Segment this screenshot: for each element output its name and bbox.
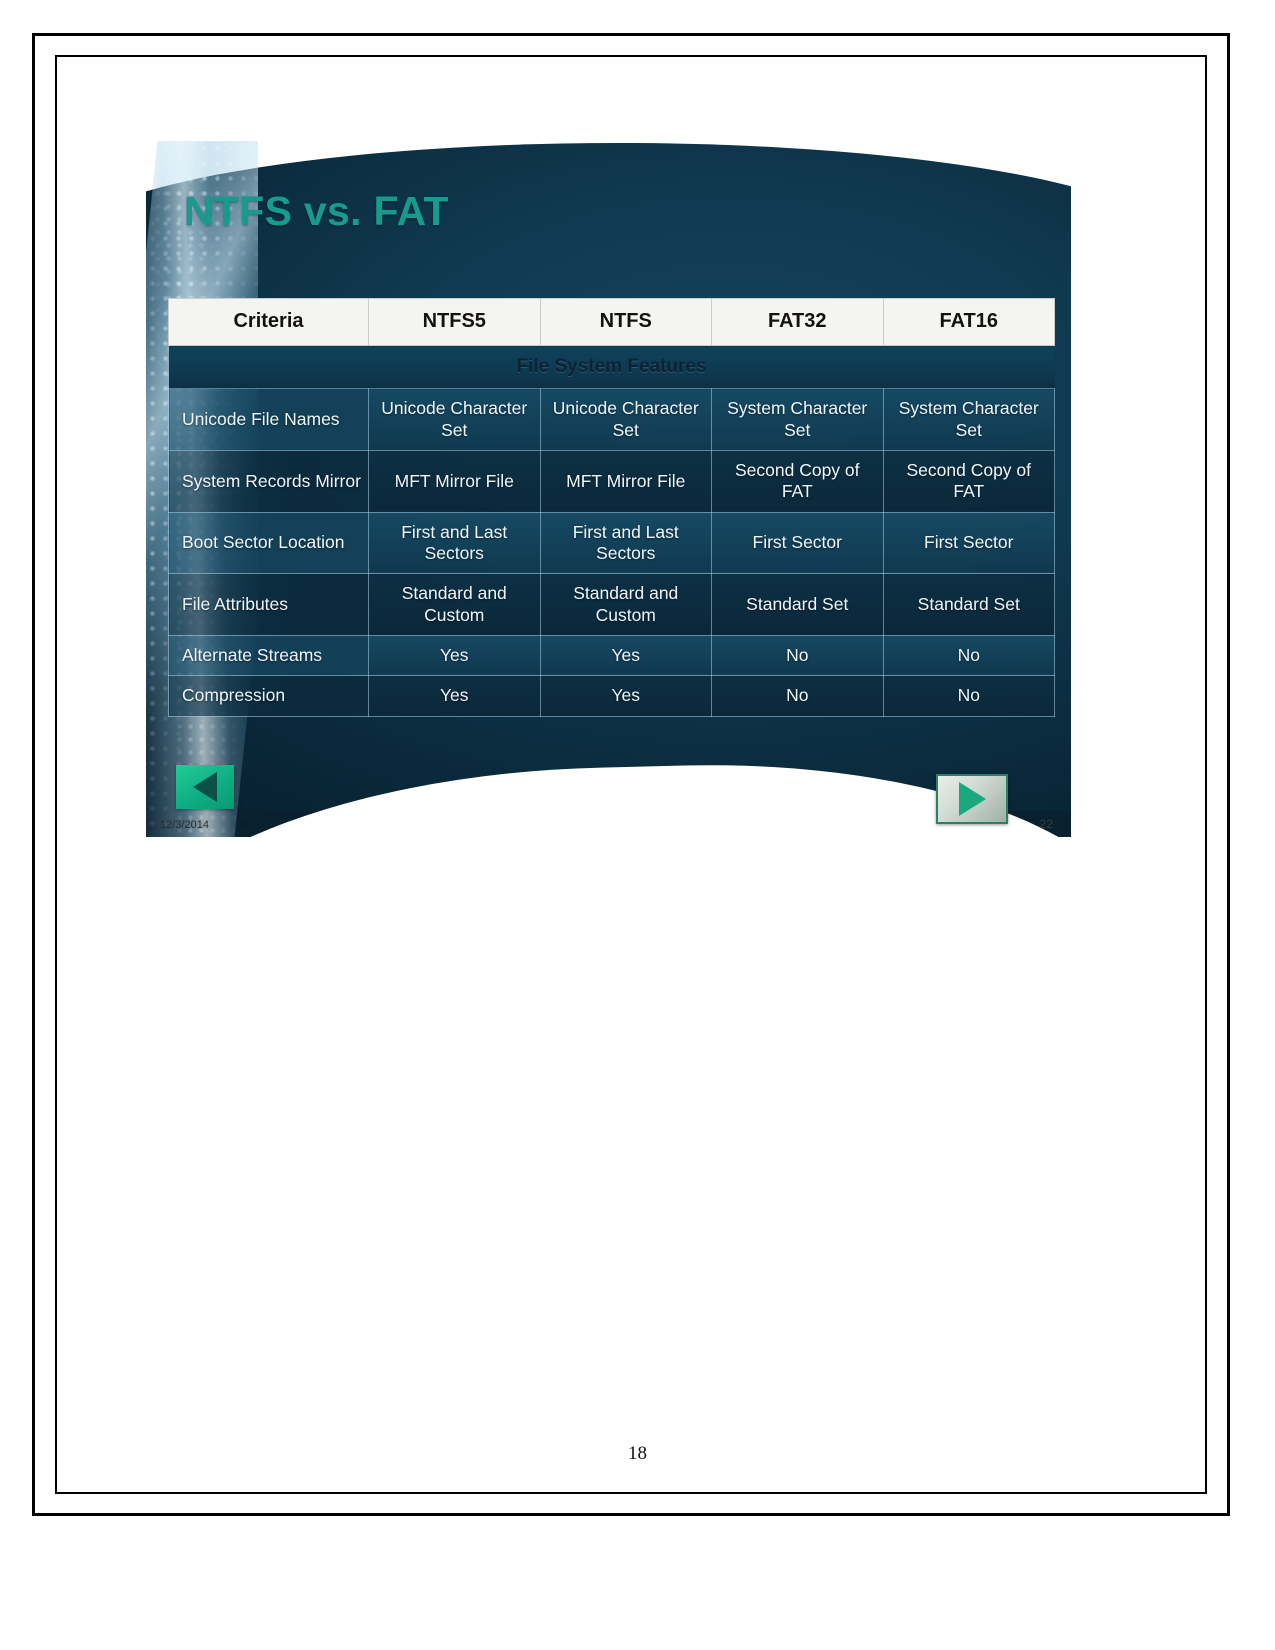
table-body: File System Features Unicode File Names … [168, 345, 1055, 717]
column-header-fat16: FAT16 [882, 298, 1055, 346]
cell-ntfs: Unicode Character Set [539, 388, 712, 451]
triangle-right-icon [958, 782, 986, 816]
table-row: Unicode File Names Unicode Character Set… [168, 388, 1055, 451]
table-row: Alternate Streams Yes Yes No No [168, 634, 1055, 677]
cell-ntfs5: First and Last Sectors [368, 511, 541, 575]
cell-ntfs: Yes [539, 675, 712, 717]
column-header-ntfs: NTFS [539, 298, 712, 346]
cell-fat32: Standard Set [711, 573, 884, 636]
presentation-slide: NTFS vs. FAT Criteria NTFS5 NTFS FAT32 F… [146, 141, 1071, 837]
cell-fat16: First Sector [882, 511, 1055, 575]
slide-title: NTFS vs. FAT [184, 188, 449, 234]
next-slide-button[interactable] [936, 774, 1008, 824]
cell-fat16: No [882, 675, 1055, 717]
table-row: Compression Yes Yes No No [168, 675, 1055, 717]
table-header: Criteria NTFS5 NTFS FAT32 FAT16 [168, 298, 1055, 346]
cell-ntfs5: Yes [368, 675, 541, 717]
cell-ntfs: MFT Mirror File [539, 449, 712, 513]
table-row: File Attributes Standard and Custom Stan… [168, 573, 1055, 636]
cell-fat32: First Sector [711, 511, 884, 575]
row-criteria: Alternate Streams [168, 634, 369, 677]
cell-fat16: No [882, 634, 1055, 677]
column-header-ntfs5: NTFS5 [368, 298, 541, 346]
slide-number: 22 [1039, 817, 1053, 831]
triangle-left-icon [193, 772, 217, 802]
cell-ntfs: Yes [539, 634, 712, 677]
cell-ntfs5: Yes [368, 634, 541, 677]
slide-date: 12/3/2014 [160, 819, 209, 831]
cell-ntfs: Standard and Custom [539, 573, 712, 636]
cell-fat16: Standard Set [882, 573, 1055, 636]
cell-fat32: System Character Set [711, 388, 884, 451]
column-header-criteria: Criteria [168, 298, 369, 346]
cell-ntfs5: Standard and Custom [368, 573, 541, 636]
row-criteria: System Records Mirror [168, 449, 369, 513]
row-criteria: File Attributes [168, 573, 369, 636]
document-page-number: 18 [628, 1443, 647, 1464]
row-criteria: Unicode File Names [168, 388, 369, 451]
row-criteria: Boot Sector Location [168, 511, 369, 575]
section-label-file-system-features: File System Features [168, 345, 1055, 390]
cell-fat32: Second Copy of FAT [711, 449, 884, 513]
previous-slide-button[interactable] [176, 765, 234, 809]
cell-ntfs5: Unicode Character Set [368, 388, 541, 451]
document-page: NTFS vs. FAT Criteria NTFS5 NTFS FAT32 F… [0, 0, 1275, 1650]
cell-ntfs5: MFT Mirror File [368, 449, 541, 513]
table-header-row: Criteria NTFS5 NTFS FAT32 FAT16 [168, 298, 1055, 346]
cell-fat16: System Character Set [882, 388, 1055, 451]
table-row: Boot Sector Location First and Last Sect… [168, 511, 1055, 575]
column-header-fat32: FAT32 [711, 298, 884, 346]
comparison-table: Criteria NTFS5 NTFS FAT32 FAT16 File Sys… [168, 298, 1055, 717]
cell-ntfs: First and Last Sectors [539, 511, 712, 575]
cell-fat32: No [711, 634, 884, 677]
cell-fat16: Second Copy of FAT [882, 449, 1055, 513]
cell-fat32: No [711, 675, 884, 717]
row-criteria: Compression [168, 675, 369, 717]
section-header-row: File System Features [168, 345, 1055, 390]
table-row: System Records Mirror MFT Mirror File MF… [168, 449, 1055, 513]
